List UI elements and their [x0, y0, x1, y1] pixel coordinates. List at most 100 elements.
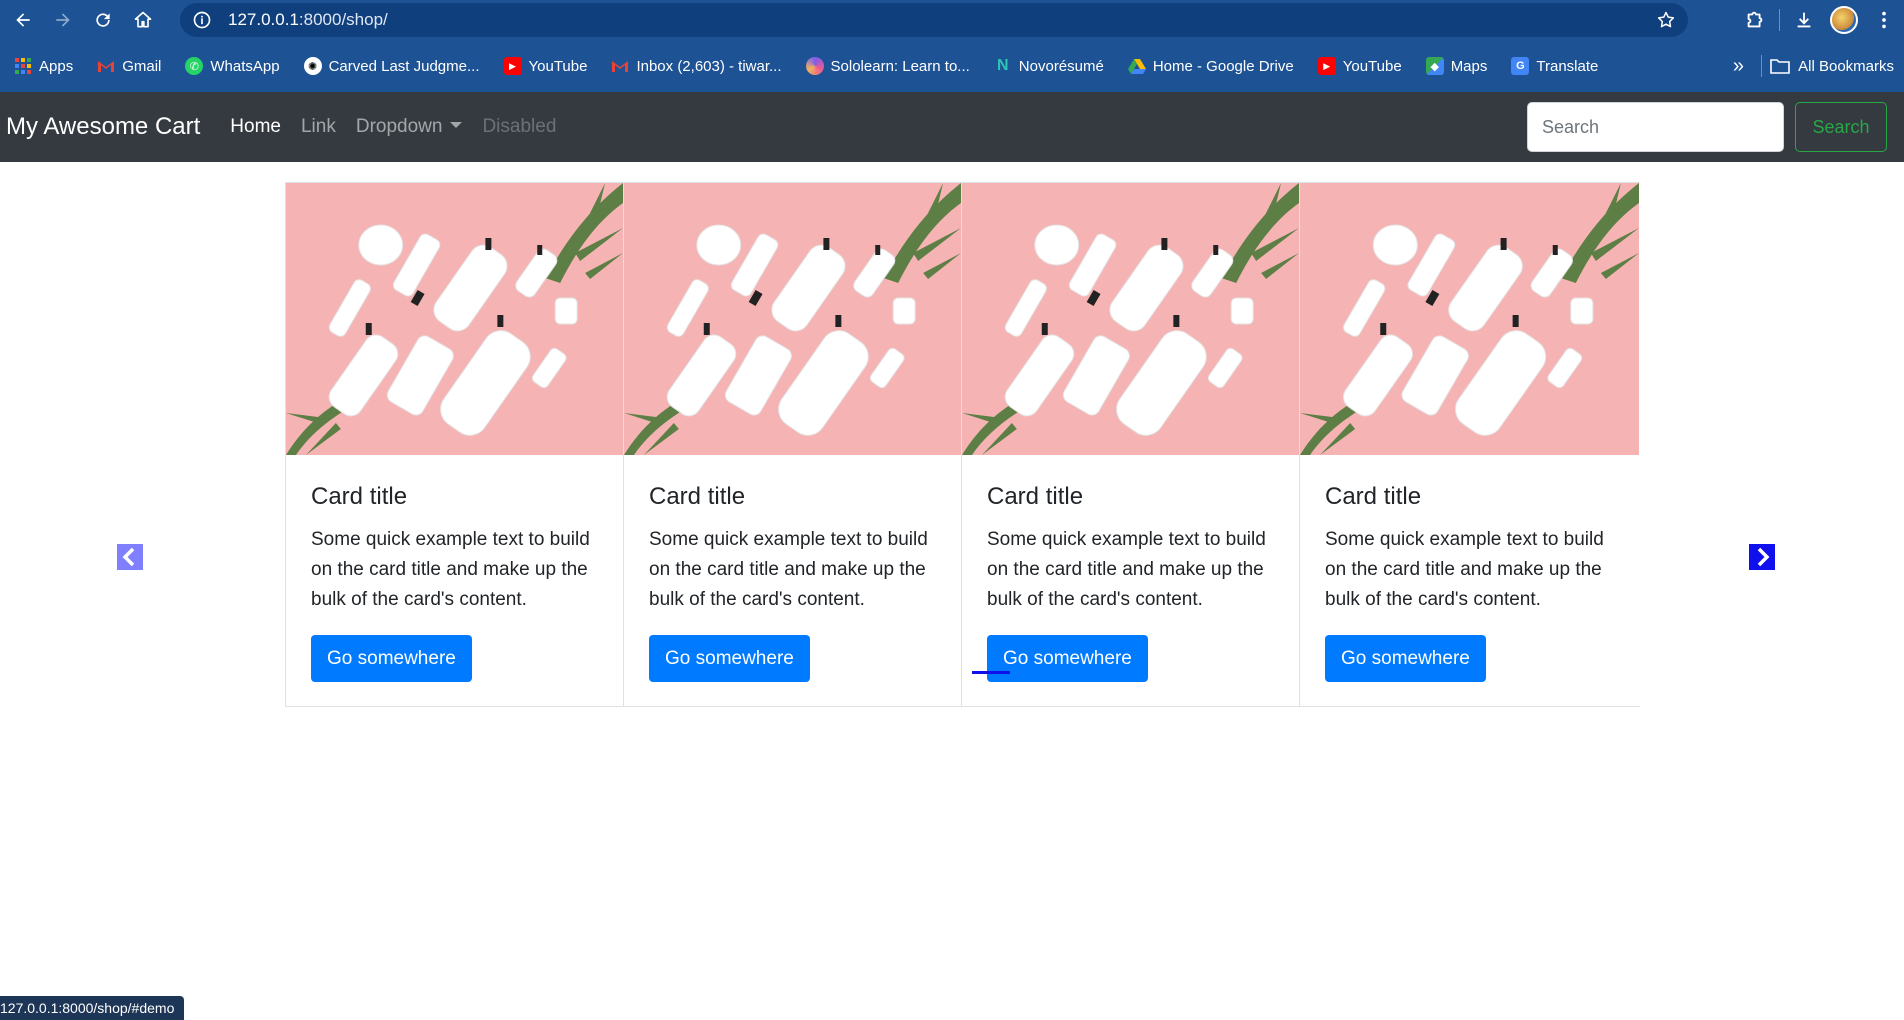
go-somewhere-button[interactable]: Go somewhere — [1325, 635, 1486, 682]
reload-icon — [96, 13, 110, 27]
focus-indicator — [972, 671, 1010, 674]
downloads-button[interactable] — [1784, 0, 1824, 40]
google-drive-icon — [1127, 57, 1146, 75]
toolbar-divider — [1779, 9, 1780, 31]
arrow-left-icon — [16, 13, 30, 27]
bookmark-label: Carved Last Judgme... — [328, 57, 480, 75]
url-path: :8000/shop/ — [298, 10, 388, 29]
url-host: 127.0.0.1 — [228, 10, 299, 29]
site-navbar: My Awesome Cart Home Link Dropdown Disab… — [0, 92, 1904, 162]
bookmark-inbox[interactable]: Inbox (2,603) - tiwar... — [601, 50, 791, 82]
bookmark-youtube[interactable]: ▶ YouTube — [494, 50, 598, 82]
more-vertical-icon — [1882, 11, 1886, 29]
product-card: Card title Some quick example text to bu… — [1300, 183, 1639, 706]
toolbar-actions — [1735, 0, 1904, 40]
forward-button[interactable] — [46, 3, 80, 37]
menu-button[interactable] — [1864, 0, 1904, 40]
card-title: Card title — [311, 483, 408, 510]
link-status-bar: 127.0.0.1:8000/shop/#demo — [0, 996, 185, 1020]
product-image — [962, 183, 1299, 455]
bookmark-star-icon[interactable] — [1656, 10, 1676, 30]
card-text: Some quick example text to build on the … — [1325, 529, 1604, 610]
gmail-icon — [97, 57, 115, 75]
avatar — [1830, 6, 1858, 34]
back-button[interactable] — [6, 3, 40, 37]
bookmark-carved-last-judgment[interactable]: ✺ Carved Last Judgme... — [294, 50, 490, 82]
product-image — [1300, 183, 1639, 455]
bookmark-sololearn[interactable]: Sololearn: Learn to... — [796, 50, 980, 82]
bookmark-youtube-2[interactable]: ▶ YouTube — [1308, 50, 1412, 82]
home-button[interactable] — [126, 3, 160, 37]
browser-toolbar: 127.0.0.1:8000/shop/ — [0, 0, 1904, 40]
url-text[interactable]: 127.0.0.1:8000/shop/ — [228, 10, 388, 30]
card-text: Some quick example text to build on the … — [311, 529, 590, 610]
bookmark-label: Home - Google Drive — [1152, 57, 1294, 75]
nav-link[interactable]: Link — [301, 116, 336, 138]
youtube-icon: ▶ — [503, 57, 522, 75]
nav-dropdown-label: Dropdown — [355, 116, 443, 137]
card-group: Card title Some quick example text to bu… — [285, 182, 1640, 707]
gmail-icon — [611, 57, 629, 75]
chevron-right-icon — [1757, 547, 1770, 567]
site-info-icon[interactable] — [192, 10, 212, 30]
brand-link[interactable]: My Awesome Cart — [6, 113, 200, 141]
go-somewhere-button[interactable]: Go somewhere — [311, 635, 472, 682]
go-somewhere-button[interactable]: Go somewhere — [987, 635, 1148, 682]
chatgpt-icon: ✺ — [303, 57, 322, 75]
card-body: Card title Some quick example text to bu… — [962, 455, 1299, 704]
sololearn-icon — [805, 57, 824, 75]
bookmark-label: Sololearn: Learn to... — [830, 57, 970, 75]
card-title: Card title — [987, 483, 1084, 510]
search-button[interactable]: Search — [1795, 102, 1887, 152]
bookmarks-bar: Apps Gmail ✆ WhatsApp ✺ Carved Last Judg… — [0, 40, 1904, 92]
caret-down-icon — [450, 122, 463, 128]
card-body: Card title Some quick example text to bu… — [1300, 455, 1639, 704]
card-text: Some quick example text to build on the … — [649, 529, 928, 610]
go-somewhere-button[interactable]: Go somewhere — [649, 635, 810, 682]
product-card: Card title Some quick example text to bu… — [624, 183, 962, 706]
bookmark-google-drive[interactable]: Home - Google Drive — [1118, 50, 1304, 82]
card-text: Some quick example text to build on the … — [987, 529, 1266, 610]
home-icon — [134, 11, 152, 28]
reload-button[interactable] — [86, 3, 120, 37]
nav-disabled: Disabled — [482, 116, 557, 137]
card-body: Card title Some quick example text to bu… — [624, 455, 961, 704]
card-title: Card title — [649, 483, 746, 510]
google-translate-icon: G — [1511, 57, 1530, 75]
folder-icon — [1770, 59, 1790, 74]
search-input[interactable] — [1527, 102, 1784, 152]
profile-button[interactable] — [1824, 0, 1864, 40]
bookmark-label: Maps — [1450, 57, 1488, 75]
card-body: Card title Some quick example text to bu… — [286, 455, 623, 704]
download-icon — [1797, 12, 1811, 28]
bookmark-label: Translate — [1536, 57, 1599, 75]
bookmark-whatsapp[interactable]: ✆ WhatsApp — [175, 50, 289, 82]
puzzle-icon — [1747, 11, 1763, 28]
apps-grid-icon — [14, 57, 32, 75]
bookmark-maps[interactable]: ◆ Maps — [1416, 50, 1498, 82]
product-card: Card title Some quick example text to bu… — [962, 183, 1300, 706]
bookmark-label: WhatsApp — [210, 57, 280, 75]
extensions-button[interactable] — [1735, 0, 1775, 40]
carousel-prev-button[interactable] — [117, 544, 143, 570]
nav-dropdown[interactable]: Dropdown — [356, 116, 463, 138]
bookmark-label: Apps — [39, 57, 74, 75]
bookmark-label: Novorésumé — [1018, 57, 1104, 75]
product-image — [624, 183, 961, 455]
bookmark-label: YouTube — [528, 57, 588, 75]
product-card: Card title Some quick example text to bu… — [286, 183, 624, 706]
bookmark-novoresume[interactable]: N Novorésumé — [984, 50, 1114, 82]
more-bookmarks-chevron-icon[interactable]: » — [1733, 40, 1744, 92]
bookmark-translate[interactable]: G Translate — [1501, 50, 1608, 82]
arrow-right-icon — [56, 13, 70, 27]
novoresume-icon: N — [997, 57, 1009, 74]
bookmark-gmail[interactable]: Gmail — [87, 50, 171, 82]
all-bookmarks-button[interactable]: All Bookmarks — [1770, 40, 1894, 92]
product-image — [286, 183, 623, 455]
chevron-left-icon — [122, 547, 135, 567]
bookmark-apps[interactable]: Apps — [4, 50, 83, 82]
nav-home[interactable]: Home — [230, 116, 281, 138]
carousel-next-button[interactable] — [1749, 544, 1775, 570]
whatsapp-icon: ✆ — [185, 57, 204, 75]
address-bar[interactable]: 127.0.0.1:8000/shop/ — [180, 3, 1688, 37]
